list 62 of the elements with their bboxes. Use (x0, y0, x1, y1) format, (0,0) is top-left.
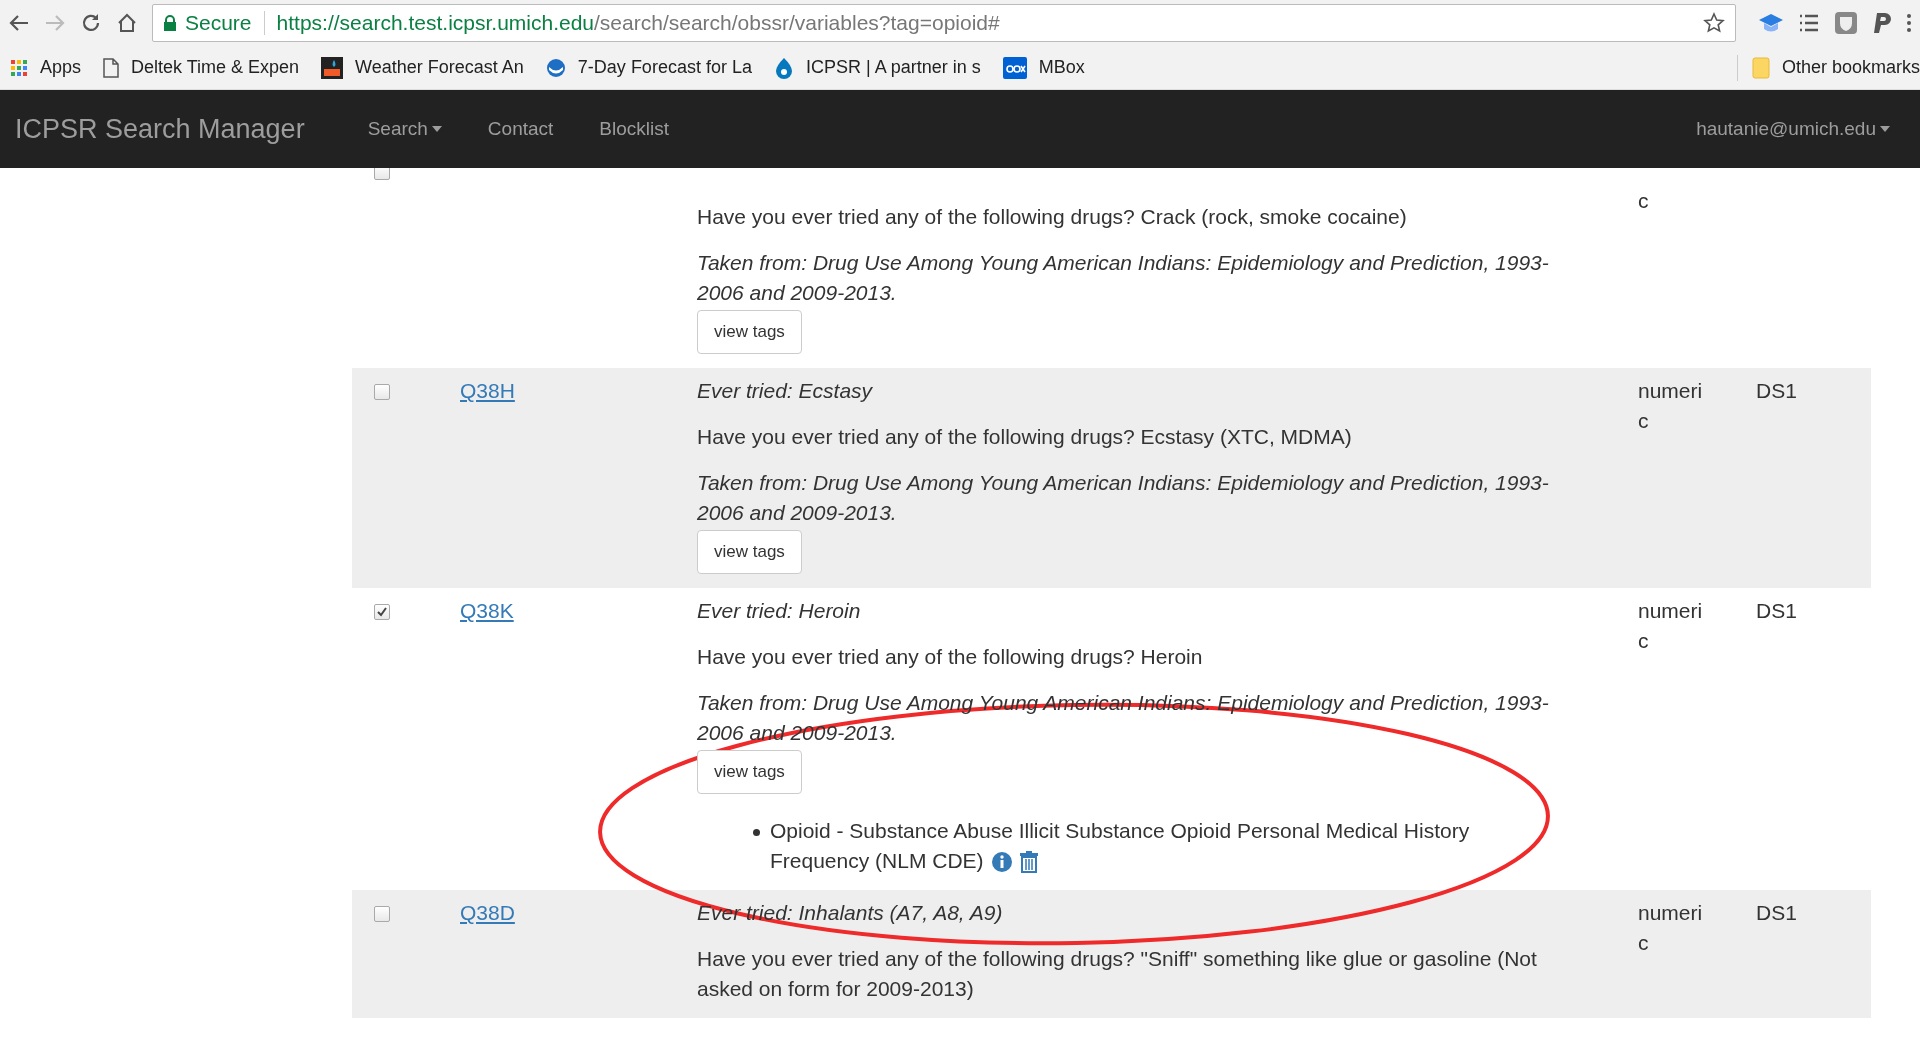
bullet (753, 829, 760, 836)
brand-title[interactable]: ICPSR Search Manager (15, 108, 305, 150)
variable-description: Have you ever tried any of the following drugs? Crack (rock, smoke cocaine) (697, 204, 1408, 230)
address-bar[interactable]: Secure https://search.test.icpsr.umich.edu/search/search/obssr/variables?tag=opioid# (152, 4, 1736, 42)
nav-link[interactable]: Blocklist (576, 114, 692, 144)
row-checkbox[interactable] (374, 604, 390, 620)
variable-title: Ever tried: Ecstasy (697, 378, 874, 404)
graduation-cap-icon[interactable] (1758, 12, 1784, 34)
drop-icon (773, 56, 794, 79)
apps-grid-icon (10, 58, 28, 77)
variable-link[interactable]: Q38D (460, 901, 515, 924)
bookmark[interactable]: MBox (1002, 54, 1085, 81)
folder-icon (1751, 56, 1770, 79)
seal-icon (545, 57, 566, 78)
user-menu[interactable]: hautanie@umich.edu (1681, 114, 1905, 144)
dataset-text: DS1 (1756, 379, 1797, 402)
row-checkbox[interactable] (374, 906, 390, 922)
home-icon[interactable] (116, 12, 138, 34)
row-checkbox[interactable] (374, 168, 390, 180)
view-tags-button[interactable]: view tags (697, 530, 802, 574)
tag-text: Opioid - Substance Abuse Illicit Substance Opioid Personal Medical History Frequency (NLM CDE) (770, 818, 1471, 876)
bookmark[interactable]: Apps (10, 54, 82, 81)
bookmark[interactable]: ICPSR | A partner in s (773, 54, 981, 81)
secure-label: Secure (185, 10, 252, 37)
bookmark[interactable]: Deltek Time & Expen (103, 54, 300, 81)
other-bookmarks[interactable]: Other bookmarks (1751, 54, 1920, 81)
variable-link[interactable]: Q38H (460, 379, 515, 402)
type-text: numeric (1638, 599, 1703, 652)
source-text: Taken from: Drug Use Among Young American Indians: Epidemiology and Prediction, 1993-2006 and 2009-2013. (697, 250, 1550, 306)
shield-icon[interactable] (1834, 11, 1858, 35)
row-checkbox[interactable] (374, 384, 390, 400)
variable-description: Have you ever tried any of the following drugs? Ecstasy (XTC, MDMA) (697, 424, 1353, 450)
view-tags-button[interactable]: view tags (697, 310, 802, 354)
nav-link[interactable]: Contact (464, 114, 577, 144)
bookmark[interactable]: 7-Day Forecast for La (545, 54, 752, 81)
box-logo-icon (1002, 56, 1027, 79)
variable-description: Have you ever tried any of the following drugs? Heroin (697, 644, 1204, 670)
p-extension-icon[interactable] (1872, 11, 1892, 35)
lock-icon (163, 15, 177, 31)
caret-icon (431, 126, 442, 132)
more-icon[interactable] (1906, 12, 1912, 34)
caret-icon (1880, 126, 1890, 132)
type-text: numeric (1638, 901, 1703, 954)
url-text: https://search.test.icpsr.umich.edu/search/search/obssr/variables?tag=opioid# (276, 10, 1000, 37)
source-text: Taken from: Drug Use Among Young American Indians: Epidemiology and Prediction, 1993-2006 and 2009-2013. (697, 470, 1550, 526)
list-icon[interactable] (1798, 12, 1820, 34)
nav-link[interactable]: Search (344, 114, 465, 144)
star-icon[interactable] (1703, 12, 1725, 34)
dataset-text: DS1 (1756, 599, 1797, 622)
info-icon[interactable] (991, 852, 1012, 873)
type-text: numeric (1638, 379, 1703, 432)
view-tags-button[interactable]: view tags (697, 750, 802, 794)
reload-icon[interactable] (80, 12, 102, 34)
bookmark[interactable]: Weather Forecast An (321, 54, 524, 81)
variable-title: Ever tried: Heroin (697, 598, 862, 624)
dataset-text: DS1 (1756, 901, 1797, 924)
page-icon (103, 57, 120, 78)
type-text: c (1638, 189, 1649, 212)
trash-icon[interactable] (1019, 851, 1038, 874)
variable-link[interactable]: Q38K (460, 599, 514, 622)
variable-description: Have you ever tried any of the following drugs? "Sniff" something like glue or gasoline (Not asked on form for 2009-2013) (697, 946, 1538, 1002)
weather-logo-icon (321, 56, 344, 79)
